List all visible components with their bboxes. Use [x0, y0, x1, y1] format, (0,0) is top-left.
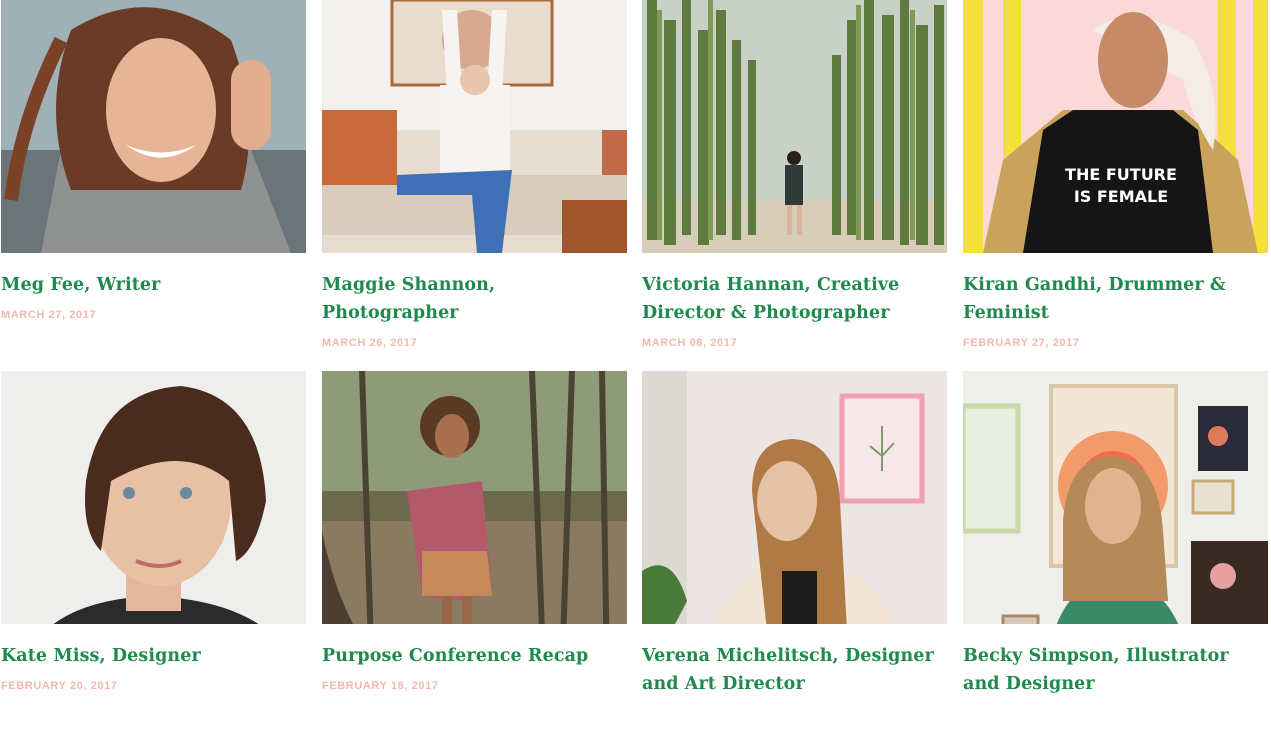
post-photo-purpose-conference[interactable]	[322, 371, 627, 624]
post-date: FEBRUARY 18, 2017	[322, 680, 439, 692]
shirt-text-line-2: IS FEMALE	[1074, 187, 1168, 206]
post-title[interactable]: Maggie Shannon, Photographer	[322, 271, 627, 327]
post-title[interactable]: Kiran Gandhi, Drummer & Feminist	[963, 271, 1268, 327]
post-card: Meg Fee, Writer MARCH 27, 2017	[1, 0, 306, 321]
post-card: THE FUTURE IS FEMALE Kiran Gandhi, Drumm…	[963, 0, 1268, 349]
post-grid: Meg Fee, Writer MARCH 27, 2017 Maggie Sh…	[0, 0, 1271, 745]
post-title[interactable]: Purpose Conference Recap	[322, 642, 627, 670]
shirt-text-line-1: THE FUTURE	[1065, 165, 1177, 184]
post-card: Purpose Conference Recap FEBRUARY 18, 20…	[322, 371, 627, 692]
post-card: Victoria Hannan, Creative Director & Pho…	[642, 0, 947, 349]
post-photo-kate-miss[interactable]	[1, 371, 306, 624]
post-date: MARCH 26, 2017	[322, 337, 418, 349]
post-photo-meg-fee[interactable]	[1, 0, 306, 253]
post-date: FEBRUARY 20, 2017	[1, 680, 118, 692]
post-title[interactable]: Meg Fee, Writer	[1, 271, 306, 299]
post-date: MARCH 08, 2017	[642, 337, 738, 349]
post-photo-victoria-hannan[interactable]	[642, 0, 947, 253]
post-photo-verena-michelitsch[interactable]	[642, 371, 947, 624]
post-card: Verena Michelitsch, Designer and Art Dir…	[642, 371, 947, 708]
post-title[interactable]: Victoria Hannan, Creative Director & Pho…	[642, 271, 947, 327]
art-wall-image	[963, 371, 1268, 624]
portrait-image	[1, 371, 306, 624]
forest-image	[322, 371, 627, 624]
post-photo-kiran-gandhi[interactable]: THE FUTURE IS FEMALE	[963, 0, 1268, 253]
post-card: Maggie Shannon, Photographer MARCH 26, 2…	[322, 0, 627, 349]
cactus-image	[642, 0, 947, 253]
post-title[interactable]: Kate Miss, Designer	[1, 642, 306, 670]
pink-wall-image	[642, 371, 947, 624]
post-date: MARCH 27, 2017	[1, 309, 97, 321]
post-photo-maggie-shannon[interactable]	[322, 0, 627, 253]
post-card: Kate Miss, Designer FEBRUARY 20, 2017	[1, 371, 306, 692]
portrait-image	[1, 0, 306, 253]
tshirt-image: THE FUTURE IS FEMALE	[963, 0, 1268, 253]
post-card: Becky Simpson, Illustrator and Designer	[963, 371, 1268, 708]
post-photo-becky-simpson[interactable]	[963, 371, 1268, 624]
post-date: FEBRUARY 27, 2017	[963, 337, 1080, 349]
post-title[interactable]: Verena Michelitsch, Designer and Art Dir…	[642, 642, 947, 698]
sofa-image	[322, 0, 627, 253]
post-title[interactable]: Becky Simpson, Illustrator and Designer	[963, 642, 1268, 698]
